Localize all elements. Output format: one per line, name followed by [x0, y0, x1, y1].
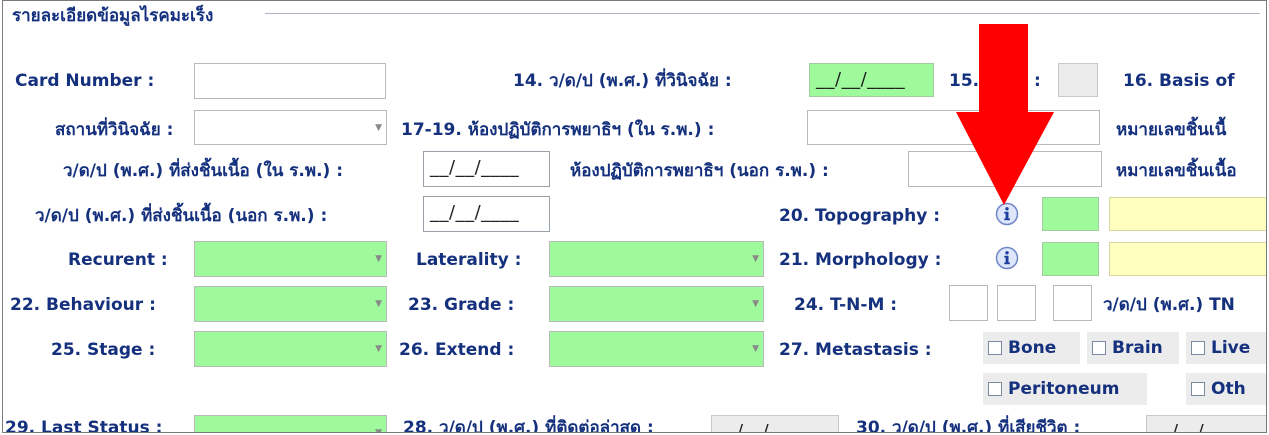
laterality-label: Laterality : — [416, 250, 522, 270]
send-date-out-input[interactable]: __/__/____ — [423, 196, 550, 232]
chevron-down-icon: ▼ — [752, 344, 759, 354]
checkbox-box — [988, 341, 1002, 355]
metastasis-bone-checkbox[interactable]: Bone — [983, 332, 1080, 364]
metastasis-peritoneum-checkbox[interactable]: Peritoneum — [983, 373, 1147, 405]
basis-label: 16. Basis of — [1123, 71, 1235, 91]
morphology-label: 21. Morphology : — [779, 250, 942, 270]
metastasis-label: 27. Metastasis : — [779, 340, 932, 360]
chevron-down-icon: ▼ — [375, 122, 382, 133]
stage-select[interactable]: ▼ — [194, 331, 387, 367]
diagnosis-date-input[interactable]: __/__/____ — [809, 63, 934, 97]
chevron-down-icon: ▼ — [375, 254, 382, 264]
topography-desc-input[interactable] — [1109, 197, 1266, 231]
last-contact-label: 28. ว/ด/ป (พ.ศ.) ที่ติดต่อล่าสุด : — [403, 418, 654, 433]
send-date-in-label: ว/ด/ป (พ.ศ.) ที่ส่งชิ้นเนื้อ (ใน ร.พ.) : — [63, 161, 344, 181]
send-date-out-label: ว/ด/ป (พ.ศ.) ที่ส่งชิ้นเนื้อ (นอก ร.พ.) … — [35, 206, 328, 226]
extend-select[interactable]: ▼ — [549, 331, 764, 367]
metastasis-brain-checkbox[interactable]: Brain — [1087, 332, 1179, 364]
death-date-input[interactable]: __/__/____ — [1146, 415, 1266, 432]
red-down-arrow — [956, 24, 1054, 205]
tnm-date-label: ว/ด/ป (พ.ศ.) TN — [1103, 295, 1235, 315]
recurrent-label: Recurent : — [68, 250, 168, 270]
chevron-down-icon: ▼ — [752, 299, 759, 309]
send-date-in-input[interactable]: __/__/____ — [423, 151, 550, 187]
last-status-select[interactable]: ▼ — [194, 415, 387, 433]
stage-label: 25. Stage : — [51, 340, 156, 360]
lab-in-label: 17-19. ห้องปฏิบัติการพยาธิฯ (ใน ร.พ.) : — [401, 120, 715, 140]
behaviour-label: 22. Behaviour : — [10, 295, 156, 315]
last-status-label: 29. Last Status : — [5, 418, 163, 433]
lab-in-input[interactable] — [807, 110, 1100, 145]
chevron-down-icon: ▼ — [375, 428, 382, 433]
card-number-label: Card Number : — [15, 71, 155, 91]
diagnosis-place-label: สถานที่วินิจฉัย : — [55, 120, 174, 140]
tnm-t-input[interactable] — [949, 285, 988, 321]
topography-label: 20. Topography : — [779, 206, 940, 226]
info-icon[interactable] — [995, 246, 1019, 270]
tnm-n-input[interactable] — [997, 285, 1036, 321]
death-date-label: 30. ว/ด/ป (พ.ศ.) ที่เสียชีวิต : — [856, 418, 1081, 433]
metastasis-peritoneum-label: Peritoneum — [1008, 379, 1120, 399]
metastasis-liver-checkbox[interactable]: Live — [1186, 332, 1266, 364]
metastasis-other-checkbox[interactable]: Oth — [1186, 373, 1266, 405]
checkbox-box — [988, 382, 1002, 396]
checkbox-box — [1092, 341, 1106, 355]
panel-title: รายละเอียดข้อมูลไรคมะเร็ง — [9, 2, 217, 29]
chevron-down-icon: ▼ — [375, 299, 382, 309]
extend-label: 26. Extend : — [399, 340, 515, 360]
recurrent-select[interactable]: ▼ — [194, 241, 387, 277]
tnm-label: 24. T-N-M : — [794, 295, 898, 315]
laterality-select[interactable]: ▼ — [549, 241, 764, 277]
field-15-input[interactable] — [1058, 63, 1098, 97]
lab-out-label: ห้องปฏิบัติการพยาธิฯ (นอก ร.พ.) : — [570, 161, 829, 181]
diagnosis-place-select[interactable]: ▼ — [194, 110, 387, 145]
card-number-input[interactable] — [194, 63, 386, 99]
metastasis-other-label: Oth — [1211, 379, 1246, 399]
chevron-down-icon: ▼ — [752, 254, 759, 264]
morphology-code-input[interactable] — [1042, 242, 1099, 276]
grade-label: 23. Grade : — [408, 295, 515, 315]
last-contact-input[interactable]: __/__/____ — [711, 415, 839, 432]
diagnosis-date-label: 14. ว/ด/ป (พ.ศ.) ที่วินิจฉัย : — [513, 71, 732, 91]
grade-select[interactable]: ▼ — [549, 286, 764, 322]
specimen-no-out-label: หมายเลขชิ้นเนื้อ — [1116, 161, 1237, 181]
metastasis-bone-label: Bone — [1008, 338, 1057, 358]
specimen-no-in-label: หมายเลขชิ้นเนื้ — [1116, 120, 1227, 140]
metastasis-liver-label: Live — [1211, 338, 1251, 358]
checkbox-box — [1191, 341, 1205, 355]
morphology-desc-input[interactable] — [1109, 242, 1266, 276]
chevron-down-icon: ▼ — [375, 344, 382, 354]
checkbox-box — [1191, 382, 1205, 396]
panel-divider — [265, 13, 1260, 14]
metastasis-brain-label: Brain — [1112, 338, 1163, 358]
cancer-detail-panel: รายละเอียดข้อมูลไรคมะเร็ง Card Number : … — [2, 0, 1267, 433]
behaviour-select[interactable]: ▼ — [194, 286, 387, 322]
tnm-m-input[interactable] — [1053, 285, 1092, 321]
